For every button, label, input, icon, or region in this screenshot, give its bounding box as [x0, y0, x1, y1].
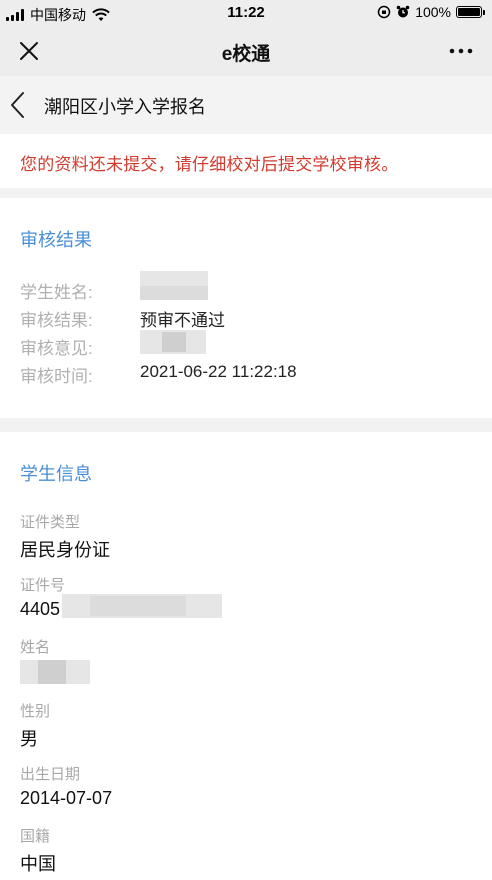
field-label-birthdate: 出生日期 — [20, 766, 81, 783]
back-chevron-icon[interactable] — [6, 90, 28, 120]
review-label-result: 审核结果: — [20, 311, 93, 330]
section-divider — [0, 188, 492, 198]
status-right: 100% — [377, 4, 485, 20]
redacted-name-lower — [140, 286, 208, 300]
redacted-name — [140, 271, 208, 286]
student-section-title: 学生信息 — [20, 464, 92, 484]
field-value-gender: 男 — [20, 729, 38, 749]
field-label-gender: 性别 — [20, 703, 51, 720]
field-value-nationality: 中国 — [20, 854, 56, 874]
submit-notice: 您的资料还未提交，请仔细校对后提交学校审核。 — [0, 136, 492, 188]
review-label-time: 审核时间: — [20, 367, 93, 386]
orientation-lock-icon — [377, 5, 391, 19]
redacted-student-name-center — [38, 660, 66, 684]
alarm-icon — [396, 5, 410, 18]
field-label-name: 姓名 — [20, 639, 51, 656]
field-label-nationality: 国籍 — [20, 828, 51, 845]
page-title: 潮阳区小学入学报名 — [44, 97, 206, 117]
review-value-time: 2021-06-22 11:22:18 — [140, 362, 297, 381]
redacted-id-number-center — [90, 596, 186, 616]
nav-bar: e校通 — [0, 26, 492, 76]
field-label-id-type: 证件类型 — [20, 514, 81, 531]
review-label-name: 学生姓名: — [20, 283, 93, 302]
field-value-birthdate: 2014-07-07 — [20, 788, 113, 808]
review-label-opinion: 审核意见: — [20, 339, 93, 358]
redacted-opinion-center — [162, 332, 186, 352]
status-bar: 中国移动 11:22 100% — [0, 0, 492, 26]
nav-title: e校通 — [221, 44, 271, 65]
field-value-id-type: 居民身份证 — [20, 540, 110, 560]
page-header: 潮阳区小学入学报名 — [0, 76, 492, 134]
review-section-title: 审核结果 — [20, 230, 92, 250]
field-value-id-number: 4405 — [20, 599, 61, 619]
battery-icon — [456, 6, 485, 18]
field-label-id-number: 证件号 — [20, 577, 66, 594]
battery-percent: 100% — [415, 4, 451, 20]
notice-text: 您的资料还未提交，请仔细校对后提交学校审核。 — [20, 155, 399, 174]
review-value-result: 预审不通过 — [140, 311, 225, 330]
section-divider — [0, 418, 492, 432]
more-icon[interactable] — [446, 40, 476, 62]
